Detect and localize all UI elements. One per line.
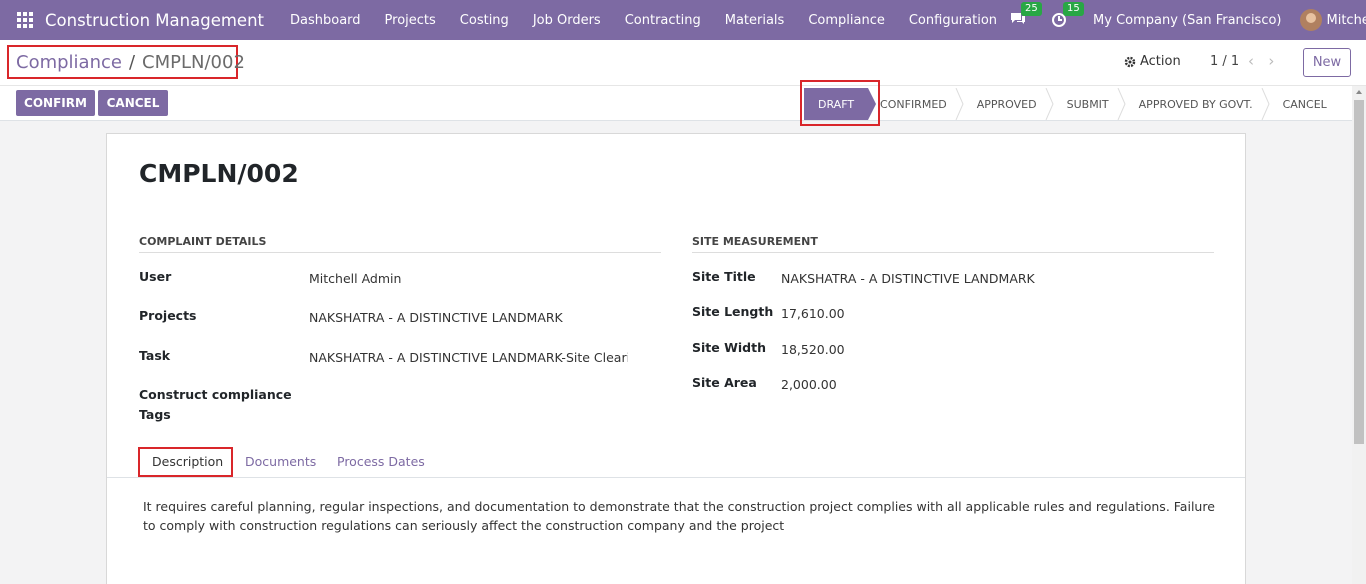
menu-job-orders[interactable]: Job Orders [521,13,613,28]
apps-menu-icon[interactable] [17,12,33,28]
app-title[interactable]: Construction Management [45,11,264,30]
stage-approved[interactable]: APPROVED [959,88,1054,120]
menu-projects[interactable]: Projects [373,13,448,28]
site-area-label: Site Area [692,375,757,390]
messages-icon[interactable]: 25 [1009,2,1042,30]
stage-cancel[interactable]: CANCEL [1265,88,1339,120]
cancel-button[interactable]: CANCEL [98,90,168,116]
company-switcher[interactable]: My Company (San Francisco) [1093,13,1281,28]
gear-icon [1124,56,1136,67]
site-measurement-title: SITE MEASUREMENT [692,235,1214,253]
menu-materials[interactable]: Materials [713,13,797,28]
site-length-label: Site Length [692,304,774,319]
stage-approved-label: APPROVED [976,97,1037,111]
task-field[interactable]: NAKSHATRA - A DISTINCTIVE LANDMARK-Site … [309,350,628,365]
user-field[interactable]: Mitchell Admin [309,271,629,286]
stage-approved-by-govt-label: APPROVED BY GOVT. [1138,97,1253,111]
top-navbar: Construction Management Dashboard Projec… [0,0,1366,40]
status-bar: DRAFT CONFIRMED APPROVED SUBMIT APPROVED… [804,88,1339,120]
stage-confirmed[interactable]: CONFIRMED [868,88,964,120]
form-sheet: CMPLN/002 COMPLAINT DETAILS User Mitchel… [106,133,1246,584]
site-area-field[interactable]: 2,000.00 [781,377,981,392]
avatar [1299,9,1322,31]
site-width-field[interactable]: 18,520.00 [781,342,981,357]
site-title-label: Site Title [692,269,756,284]
breadcrumb-parent[interactable]: Compliance [16,52,122,73]
menu-compliance[interactable]: Compliance [796,13,897,28]
scrollbar-thumb[interactable] [1354,100,1364,444]
tags-label-line1: Construct compliance [139,387,292,402]
tab-description[interactable]: Description [152,454,223,469]
stage-submit[interactable]: SUBMIT [1049,88,1126,120]
navbar-right: 25 15 My Company (San Francisco) Mitchel… [1009,2,1366,31]
notebook-tabs: Description Documents Process Dates [107,447,1245,478]
pager-arrows: ‹ › [1248,52,1274,70]
menu-contracting[interactable]: Contracting [613,13,713,28]
control-panel: Compliance / CMPLN/002 Action 1 / 1 ‹ › … [0,40,1366,126]
breadcrumb-separator: / [128,51,136,73]
menu-configuration[interactable]: Configuration [897,13,1009,28]
stage-draft[interactable]: DRAFT [804,88,877,120]
user-name: Mitchell Admin [1326,12,1366,28]
tab-documents[interactable]: Documents [245,454,316,469]
record-title: CMPLN/002 [139,159,299,188]
page-scrollbar[interactable] [1352,86,1366,584]
divider [0,85,1366,86]
tags-label-line2: Tags [139,407,171,422]
projects-label: Projects [139,308,197,323]
stage-submit-label: SUBMIT [1066,97,1109,111]
messages-badge: 25 [1021,2,1042,16]
action-label: Action [1140,54,1181,69]
site-width-label: Site Width [692,340,766,355]
activities-icon[interactable]: 15 [1051,2,1084,30]
tab-process-dates[interactable]: Process Dates [337,454,425,469]
chevron-right-icon[interactable]: › [1268,52,1274,70]
site-length-field[interactable]: 17,610.00 [781,306,981,321]
breadcrumb-current: CMPLN/002 [142,51,245,73]
user-label: User [139,269,172,284]
site-title-field[interactable]: NAKSHATRA - A DISTINCTIVE LANDMARK [781,271,1181,286]
task-label: Task [139,348,171,363]
description-text[interactable]: It requires careful planning, regular in… [143,497,1223,535]
breadcrumb: Compliance / CMPLN/002 [7,45,245,79]
complaint-details-title: COMPLAINT DETAILS [139,235,661,253]
menu-costing[interactable]: Costing [448,13,521,28]
confirm-button[interactable]: CONFIRM [16,90,95,116]
stage-confirmed-label: CONFIRMED [880,97,947,111]
new-button[interactable]: New [1303,48,1351,77]
projects-field[interactable]: NAKSHATRA - A DISTINCTIVE LANDMARK [309,310,629,325]
activities-badge: 15 [1063,2,1084,16]
menu-dashboard[interactable]: Dashboard [278,13,373,28]
chevron-left-icon[interactable]: ‹ [1248,52,1254,70]
main-menu: Dashboard Projects Costing Job Orders Co… [278,13,1009,28]
stage-approved-by-govt[interactable]: APPROVED BY GOVT. [1121,88,1270,120]
pager-value[interactable]: 1 / 1 [1210,54,1239,69]
action-button[interactable]: Action [1124,54,1181,69]
scroll-up-icon[interactable] [1356,90,1362,94]
user-menu[interactable]: Mitchell Admin [1299,9,1366,31]
